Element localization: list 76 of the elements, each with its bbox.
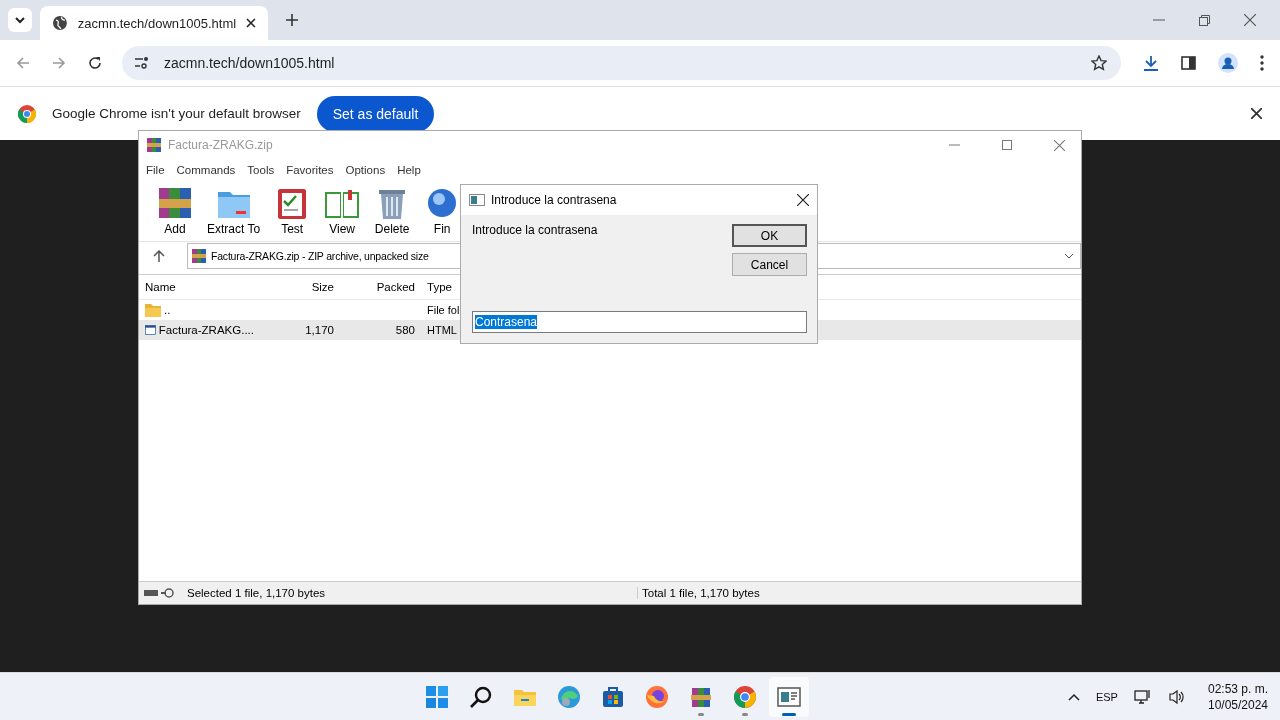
chrome-icon [732,684,757,709]
clock-time[interactable]: 02:53 p. m. [1207,680,1268,697]
network-icon[interactable] [1133,688,1152,705]
tab-title: zacmn.tech/down1005.html [77,15,237,31]
toolbar-button[interactable]: Delete [372,186,413,236]
default-browser-message: Google Chrome isn't your default browser [52,106,301,121]
menu-item[interactable]: Favorites [286,164,334,176]
dialog-title: Introduce la contrasena [491,193,617,207]
file-type: HTML [426,324,458,336]
star-icon[interactable] [1091,55,1107,71]
maximize-icon[interactable] [1002,140,1012,150]
chrome-icon [18,104,36,123]
browser-icon [556,684,581,709]
dialog-button[interactable]: OK [732,224,807,247]
url-text: zacmn.tech/down1005.html [164,55,335,71]
password-field[interactable]: Contrasena [472,311,807,333]
close-icon[interactable] [797,194,809,206]
dialog-button[interactable]: Cancel [732,253,807,276]
menu-item[interactable]: File [146,164,165,176]
side-panel-icon[interactable] [1181,56,1196,70]
file-name: .. [164,304,171,316]
restore-icon[interactable] [1199,14,1210,26]
chevron-down-icon [14,14,26,26]
fox-browser-icon [644,684,669,709]
language-indicator[interactable]: ESP [1095,690,1118,703]
search-icon [468,684,493,709]
dialog-message: Introduce la contrasena [472,223,598,239]
download-icon[interactable] [1143,55,1159,71]
books-icon [146,137,162,153]
forward-icon[interactable] [52,56,66,70]
clock-date[interactable]: 10/05/2024 [1207,696,1268,713]
taskbar-app-button[interactable] [768,676,809,717]
column-header[interactable]: Size [260,281,340,293]
toolbar-button[interactable]: View [322,186,363,236]
chevron-down-icon[interactable] [1064,253,1074,259]
chevron-up-icon[interactable] [1067,692,1080,701]
globe-icon [52,15,68,31]
menu-icon[interactable] [1260,55,1264,71]
menu-item[interactable]: Commands [176,164,236,176]
start-icon [424,684,449,709]
reload-icon[interactable] [88,56,102,70]
books-icon [157,186,193,220]
folder-icon [145,303,161,317]
toolbar-button[interactable]: Add [155,186,195,236]
books-icon [191,248,207,264]
tab-list-button[interactable] [8,8,32,32]
document-icon [145,323,156,337]
menu-item[interactable]: Tools [247,164,275,176]
window-title: Factura-ZRAKG.zip [168,138,273,152]
profile-icon[interactable] [1218,53,1238,73]
plus-icon[interactable] [286,14,298,26]
store-icon [600,684,625,709]
drive-icon [143,588,175,598]
file-name: Factura-ZRAKG.... [158,324,254,336]
back-icon[interactable] [16,56,30,70]
packed-size: 580 [394,324,416,336]
column-header[interactable]: Packed [340,281,421,293]
volume-icon[interactable] [1167,688,1186,705]
close-icon[interactable] [246,18,256,28]
file-size: 1,170 [304,324,335,336]
address-bar[interactable]: zacmn.tech/down1005.html [122,46,1121,80]
status-text: Total 1 file, 1,170 bytes [637,587,760,599]
window-icon [469,194,485,206]
menu-item[interactable]: Options [345,164,386,176]
file-type: File fol [426,304,461,316]
status-text: Selected 1 file, 1,170 bytes [187,587,327,599]
menu-item[interactable]: Help [397,164,421,176]
toolbar-button[interactable]: Extract To [205,186,263,236]
up-arrow-icon[interactable] [153,250,165,262]
site-settings-icon[interactable] [134,56,150,70]
column-header[interactable]: Name [139,281,260,293]
window-icon [776,684,801,709]
toolbar-button[interactable]: Test [272,186,313,236]
close-icon[interactable] [1251,108,1262,119]
set-default-button[interactable]: Set as default [316,95,435,132]
browser-tab[interactable]: zacmn.tech/down1005.html [40,6,268,40]
